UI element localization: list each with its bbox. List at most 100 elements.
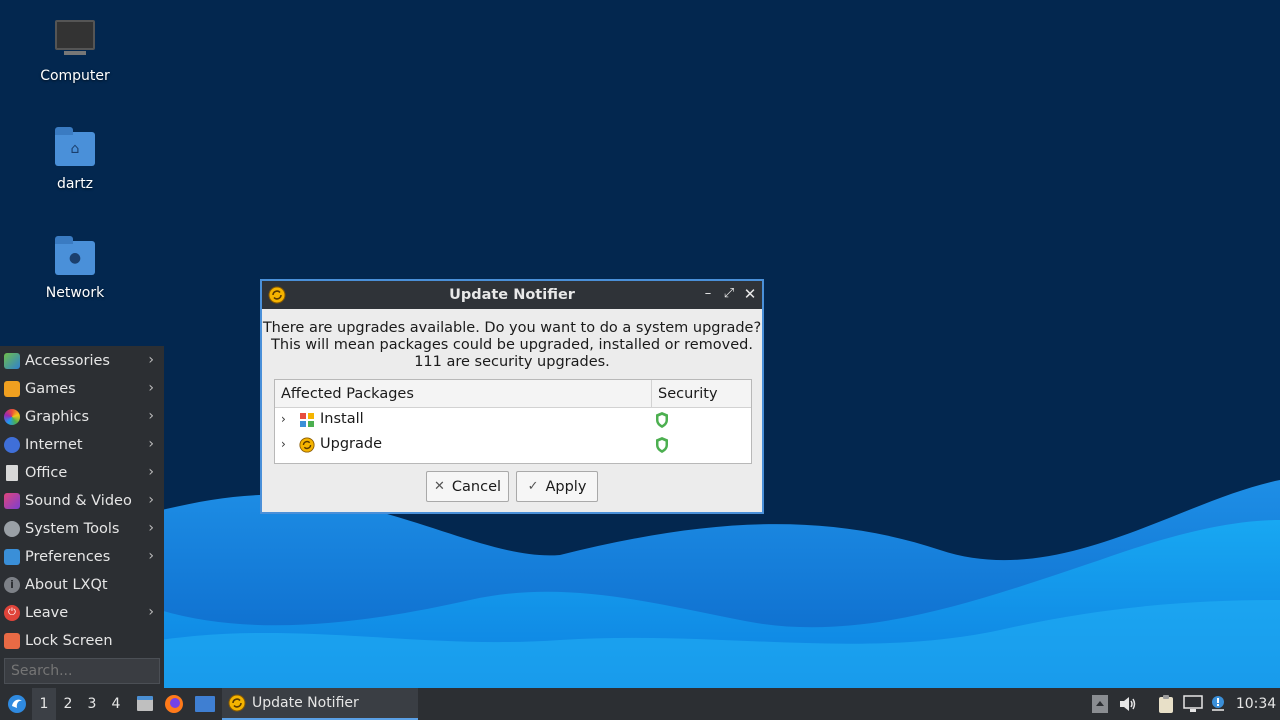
desktop-switch-3[interactable]: 3 (80, 688, 104, 720)
minimize-button[interactable]: – (700, 286, 716, 302)
desktop-icon-label: dartz (56, 176, 94, 192)
menu-item-label: System Tools (25, 521, 120, 537)
column-header-packages[interactable]: Affected Packages (281, 386, 414, 402)
menu-item-label: Internet (25, 437, 83, 453)
notification-alert-icon (1212, 696, 1224, 711)
table-header: Affected Packages Security (275, 380, 751, 408)
computer-icon (53, 20, 97, 60)
network-folder-icon: ● (53, 236, 97, 277)
main-menu-button[interactable] (4, 688, 30, 720)
maximize-button[interactable]: ⤢ (721, 286, 737, 302)
menu-item-office[interactable]: Office › (0, 459, 164, 487)
desktop-icon-label: Computer (40, 68, 110, 84)
graphics-icon (4, 409, 20, 425)
lxqt-logo-icon (8, 695, 26, 713)
desktop-icon-home-folder[interactable]: ⌂ dartz (20, 127, 130, 192)
show-desktop-button[interactable] (193, 688, 217, 720)
menu-item-internet[interactable]: Internet › (0, 431, 164, 459)
chevron-right-icon: › (148, 436, 154, 452)
menu-item-preferences[interactable]: Preferences › (0, 543, 164, 571)
start-menu: Accessories › Games › Graphics › Interne… (0, 346, 164, 688)
chevron-right-icon: › (148, 380, 154, 396)
network-icon (1183, 695, 1203, 712)
menu-item-label: Sound & Video (25, 493, 132, 509)
affected-packages-table: Affected Packages Security › Install › U… (274, 379, 752, 464)
menu-item-accessories[interactable]: Accessories › (0, 347, 164, 375)
volume-control[interactable] (1117, 688, 1139, 720)
update-notification-tray[interactable] (1208, 688, 1228, 720)
desktop-switch-2[interactable]: 2 (56, 688, 80, 720)
row-label: Install (320, 411, 364, 427)
message-line: There are upgrades available. Do you wan… (262, 320, 762, 336)
firefox-icon (165, 695, 183, 713)
dialog-title: Update Notifier (449, 287, 575, 303)
cancel-icon: ✕ (433, 479, 445, 494)
internet-icon (4, 437, 20, 453)
row-label: Upgrade (320, 436, 382, 452)
lock-icon (4, 633, 20, 649)
apply-label: Apply (545, 478, 587, 495)
menu-item-label: Games (25, 381, 76, 397)
desktop-icon (195, 696, 215, 712)
cancel-label: Cancel (451, 478, 502, 495)
chevron-right-icon: › (148, 464, 154, 480)
message-line: 111 are security upgrades. (414, 354, 610, 370)
menu-item-label: Office (25, 465, 68, 481)
menu-item-label: Leave (25, 605, 69, 621)
tray-expand-button[interactable] (1090, 688, 1110, 720)
home-folder-icon: ⌂ (53, 127, 97, 168)
expand-arrow-icon[interactable]: › (281, 412, 293, 426)
games-icon (4, 381, 20, 397)
message-line: This will mean packages could be upgrade… (271, 337, 753, 353)
desktop-switch-4[interactable]: 4 (104, 688, 128, 720)
expand-arrow-icon[interactable]: › (281, 437, 293, 451)
upgrade-icon (299, 437, 315, 453)
dialog-titlebar[interactable]: Update Notifier – ⤢ ✕ (262, 281, 762, 309)
power-icon: ⏻ (4, 605, 20, 621)
menu-item-label: Preferences (25, 549, 111, 565)
taskbar-window-update-notifier[interactable]: Update Notifier (222, 688, 418, 720)
info-icon: i (4, 577, 20, 593)
file-manager-icon (137, 696, 153, 711)
clipboard-tray[interactable] (1155, 688, 1177, 720)
clipboard-icon (1159, 695, 1173, 713)
desktop-icon-computer[interactable]: Computer (20, 20, 130, 84)
update-notifier-app-icon (228, 694, 246, 712)
system-tools-icon (4, 521, 20, 537)
desktop-icon-network[interactable]: ● Network (20, 236, 130, 301)
security-shield-icon (656, 437, 668, 453)
network-tray[interactable] (1182, 688, 1204, 720)
file-manager-launcher[interactable] (134, 688, 156, 720)
office-icon (6, 465, 18, 481)
menu-item-lock-screen[interactable]: Lock Screen (0, 627, 164, 655)
menu-item-sound-video[interactable]: Sound & Video › (0, 487, 164, 515)
firefox-launcher[interactable] (163, 688, 185, 720)
menu-item-graphics[interactable]: Graphics › (0, 403, 164, 431)
menu-item-label: Graphics (25, 409, 90, 425)
menu-search-input[interactable] (4, 658, 160, 684)
chevron-right-icon: › (148, 408, 154, 424)
preferences-icon (4, 549, 20, 565)
menu-item-leave[interactable]: ⏻ Leave › (0, 599, 164, 627)
install-icon (300, 413, 314, 427)
table-row-install[interactable]: › Install (275, 408, 751, 433)
menu-item-system-tools[interactable]: System Tools › (0, 515, 164, 543)
chevron-up-icon (1092, 695, 1108, 713)
close-button[interactable]: ✕ (742, 286, 758, 302)
column-header-security[interactable]: Security (651, 380, 752, 407)
security-shield-icon (656, 412, 668, 428)
clock[interactable]: 10:34 (1234, 688, 1278, 720)
menu-item-label: Lock Screen (25, 633, 113, 649)
taskbar-window-label: Update Notifier (252, 695, 359, 711)
cancel-button[interactable]: ✕ Cancel (426, 471, 509, 502)
apply-button[interactable]: ✓ Apply (516, 471, 598, 502)
menu-item-label: About LXQt (25, 577, 108, 593)
menu-item-about[interactable]: i About LXQt (0, 571, 164, 599)
menu-item-label: Accessories (25, 353, 110, 369)
menu-item-games[interactable]: Games › (0, 375, 164, 403)
table-row-upgrade[interactable]: › Upgrade (275, 433, 751, 458)
update-notifier-dialog: Update Notifier – ⤢ ✕ There are upgrades… (260, 279, 764, 514)
taskbar: 1 2 3 4 Update Notifier 10:34 (0, 688, 1280, 720)
desktop-switch-1[interactable]: 1 (32, 688, 56, 720)
sound-video-icon (4, 493, 20, 509)
